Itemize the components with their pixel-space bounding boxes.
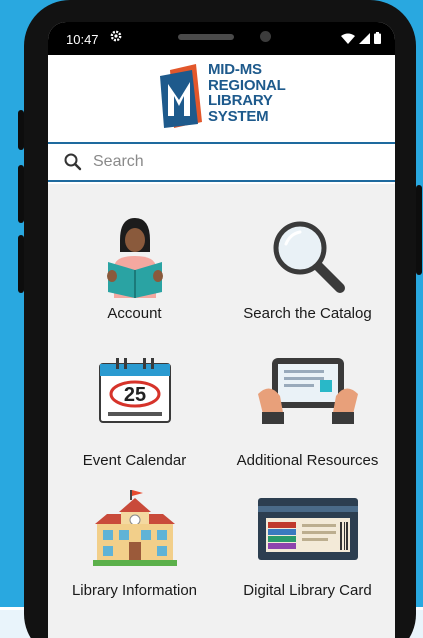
search-catalog-label: Search the Catalog — [243, 305, 372, 322]
magnifying-glass-icon — [221, 216, 394, 296]
account-label: Account — [107, 305, 162, 322]
event-calendar-label: Event Calendar — [82, 452, 187, 469]
logo-line-1: MID-MS — [208, 61, 262, 78]
tablet-icon — [221, 354, 394, 424]
digital-library-card-label: Digital Library Card — [243, 582, 372, 599]
event-calendar-tile[interactable]: 25 Event Calendar — [48, 330, 221, 476]
additional-resources-label: Additional Resources — [236, 452, 379, 469]
search-input[interactable] — [93, 153, 373, 171]
library-information-label: Library Information — [71, 582, 198, 599]
app-screen: 10:47 MID-MS REGIONAL LIBRARY SYSTEM Sea… — [48, 22, 395, 638]
account-tile[interactable]: Account — [48, 184, 221, 330]
signal-icon — [359, 32, 370, 44]
library-information-tile[interactable]: Library Information — [48, 476, 221, 622]
front-camera — [260, 31, 271, 42]
wifi-icon — [341, 33, 355, 44]
library-logo: MID-MS REGIONAL LIBRARY SYSTEM — [160, 62, 290, 128]
additional-resources-tile[interactable]: Additional Resources — [221, 330, 394, 476]
search-catalog-tile[interactable]: Search the Catalog — [221, 184, 394, 330]
status-time: 10:47 — [66, 32, 99, 47]
library-card-icon — [221, 498, 394, 560]
calendar-day-number: 25 — [123, 384, 145, 406]
status-icons — [341, 32, 381, 44]
library-building-icon — [48, 490, 221, 566]
phone-volume-up — [18, 165, 24, 223]
logo-line-2: REGIONAL — [208, 76, 286, 94]
battery-icon — [374, 32, 381, 44]
phone-volume-down — [18, 235, 24, 293]
library-logo-text: MID-MS REGIONAL LIBRARY SYSTEM — [208, 62, 286, 124]
phone-side-button — [18, 110, 24, 150]
logo-line-3: LIBRARY — [208, 92, 273, 109]
settings-gear-icon — [110, 30, 122, 45]
logo-line-4: SYSTEM — [208, 107, 269, 125]
calendar-icon: 25 — [48, 356, 221, 424]
status-bar: 10:47 — [48, 22, 395, 55]
phone-power-button — [416, 185, 422, 275]
search-icon[interactable] — [63, 152, 83, 172]
search-bar[interactable] — [48, 142, 395, 182]
speaker — [178, 34, 234, 40]
menu-grid: Account Search the Catalog 25 Event Cale… — [48, 184, 395, 638]
library-logo-m-icon — [160, 64, 202, 128]
digital-library-card-tile[interactable]: Digital Library Card — [221, 476, 394, 622]
account-icon — [48, 214, 221, 298]
